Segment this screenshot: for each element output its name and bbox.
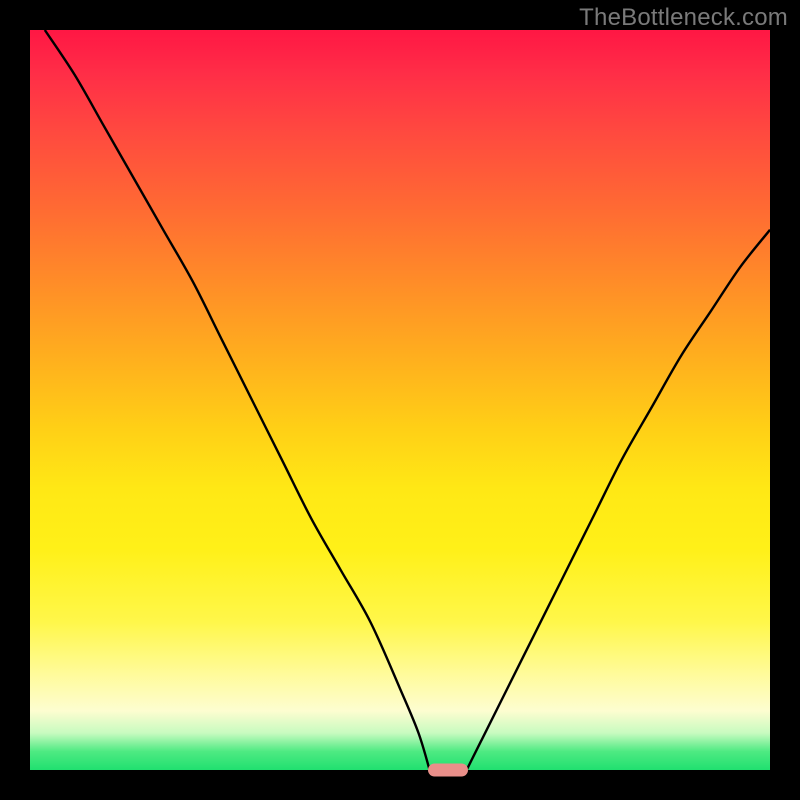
bottleneck-curve-right — [467, 230, 770, 770]
bottleneck-curve-left — [45, 30, 430, 770]
optimal-marker — [428, 764, 468, 777]
plot-area — [30, 30, 770, 770]
watermark-text: TheBottleneck.com — [579, 4, 788, 32]
chart-frame: TheBottleneck.com — [0, 0, 800, 800]
curve-svg — [30, 30, 770, 770]
